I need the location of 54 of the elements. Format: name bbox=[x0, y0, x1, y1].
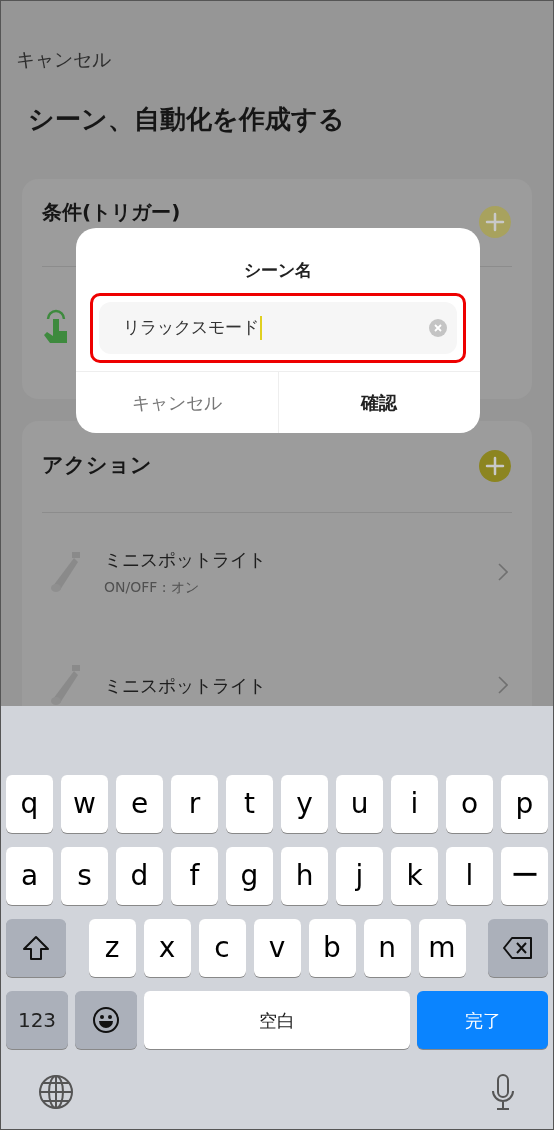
keyboard-key[interactable]: x bbox=[143, 919, 191, 977]
confirm-button[interactable]: 確認 bbox=[278, 371, 480, 433]
keyboard-key[interactable]: l bbox=[446, 847, 493, 905]
keyboard-key[interactable]: m bbox=[418, 919, 466, 977]
device-name: ミニスポットライト bbox=[104, 548, 267, 572]
keyboard-key[interactable]: n bbox=[363, 919, 411, 977]
chevron-right-icon bbox=[498, 676, 508, 694]
keyboard-key[interactable]: v bbox=[253, 919, 301, 977]
keyboard-key[interactable]: e bbox=[116, 775, 163, 833]
backspace-icon bbox=[503, 936, 533, 960]
device-name: ミニスポットライト bbox=[104, 673, 267, 698]
keyboard-key[interactable]: i bbox=[391, 775, 438, 833]
microphone-icon[interactable] bbox=[490, 1073, 516, 1111]
section-title: アクション bbox=[42, 452, 152, 480]
keyboard-key[interactable]: q bbox=[6, 775, 53, 833]
keyboard-key[interactable]: s bbox=[61, 847, 108, 905]
page-title: シーン、自動化を作成する bbox=[28, 102, 346, 136]
keyboard-key[interactable]: y bbox=[281, 775, 328, 833]
keyboard-key[interactable]: r bbox=[171, 775, 218, 833]
cancel-link[interactable]: キャンセル bbox=[16, 45, 111, 74]
keyboard-key[interactable]: w bbox=[61, 775, 108, 833]
keyboard-key[interactable]: d bbox=[116, 847, 163, 905]
keyboard-key[interactable]: t bbox=[226, 775, 273, 833]
emoji-icon bbox=[92, 1006, 120, 1034]
cancel-button[interactable]: キャンセル bbox=[76, 371, 279, 433]
keyboard-key[interactable]: ー bbox=[501, 847, 548, 905]
keyboard-key[interactable]: o bbox=[446, 775, 493, 833]
chevron-right-icon bbox=[498, 563, 508, 581]
keyboard-key[interactable]: p bbox=[501, 775, 548, 833]
device-detail: ON/OFF : オン bbox=[104, 578, 200, 597]
shift-icon bbox=[22, 935, 50, 961]
input-field[interactable]: リラックスモード bbox=[99, 301, 457, 354]
keyboard-key[interactable]: k bbox=[391, 847, 438, 905]
action-row[interactable]: ミニスポットライト ON/OFF : オン bbox=[42, 512, 512, 626]
backspace-key[interactable] bbox=[488, 919, 548, 977]
keyboard-key[interactable]: f bbox=[171, 847, 218, 905]
action-row[interactable]: ミニスポットライト bbox=[42, 625, 512, 706]
dialog-title: シーン名 bbox=[243, 259, 313, 282]
keyboard-key[interactable]: c bbox=[198, 919, 246, 977]
emoji-key[interactable] bbox=[75, 991, 137, 1049]
shift-key[interactable] bbox=[6, 919, 66, 977]
text-cursor bbox=[260, 315, 262, 340]
keyboard-key[interactable]: j bbox=[336, 847, 383, 905]
keyboard-key[interactable]: h bbox=[281, 847, 328, 905]
keyboard-key[interactable]: a bbox=[6, 847, 53, 905]
keyboard-key[interactable]: z bbox=[88, 919, 136, 977]
section-title: 条件(トリガー) bbox=[42, 198, 181, 226]
keyboard-key[interactable]: g bbox=[226, 847, 273, 905]
keyboard-key[interactable]: b bbox=[308, 919, 356, 977]
number-key[interactable]: 123 bbox=[6, 991, 68, 1049]
done-key[interactable]: 完了 bbox=[417, 991, 548, 1049]
space-key[interactable]: 空白 bbox=[144, 991, 410, 1049]
globe-icon[interactable] bbox=[38, 1074, 74, 1110]
keyboard-key[interactable]: u bbox=[336, 775, 383, 833]
